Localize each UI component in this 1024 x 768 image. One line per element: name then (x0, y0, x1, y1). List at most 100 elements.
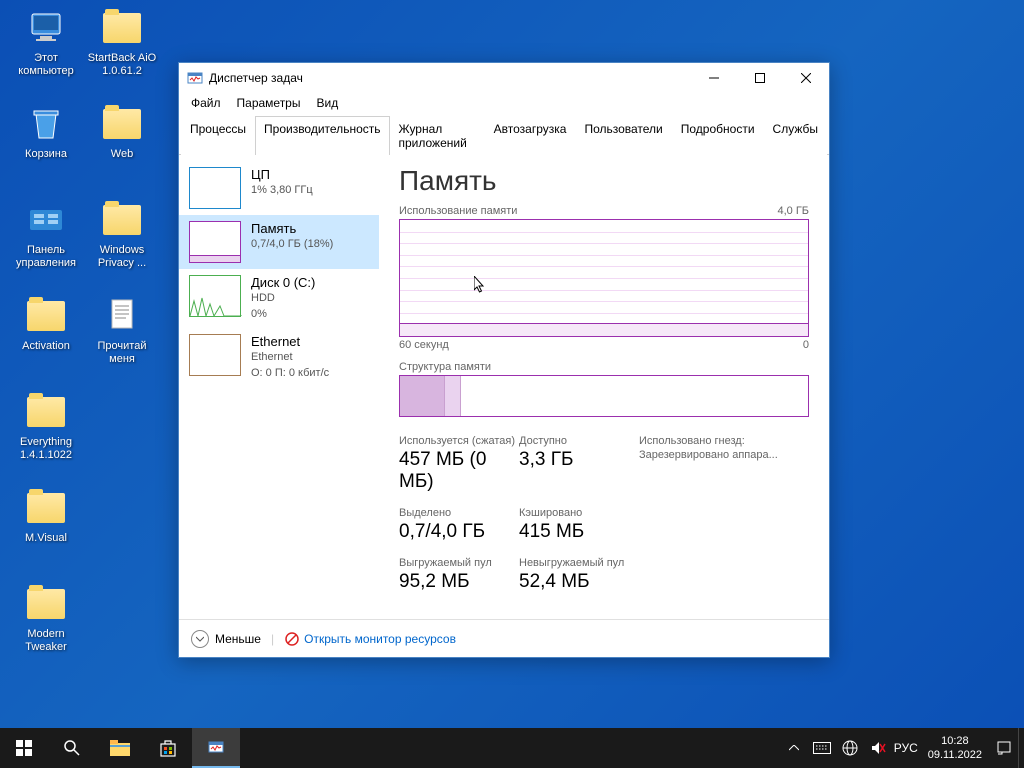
menubar: ФайлПараметрыВид (179, 93, 829, 115)
stat-label: Выгружаемый пул (399, 557, 519, 569)
system-tray: РУС 10:28 09.11.2022 (780, 728, 1024, 768)
notifications-icon[interactable] (990, 728, 1018, 768)
titlebar[interactable]: Диспетчер задач (179, 63, 829, 93)
desktop-icon[interactable]: Корзина (8, 104, 84, 161)
desktop-icon[interactable]: StartBack AiO 1.0.61.2 (84, 8, 160, 78)
menu-item[interactable]: Параметры (229, 93, 309, 115)
comp-modified (445, 376, 461, 416)
mini-chart (189, 334, 241, 376)
stat-label: Невыгружаемый пул (519, 557, 639, 569)
stat-value: 3,3 ГБ (519, 449, 639, 471)
stat: Использовано гнезд:Зарезервировано аппар… (639, 435, 799, 493)
stat-label: Кэшировано (519, 507, 639, 519)
taskbar[interactable]: РУС 10:28 09.11.2022 (0, 728, 1024, 768)
pc-icon (26, 8, 66, 48)
sb-title: Память (251, 221, 333, 236)
window-title: Диспетчер задач (209, 71, 303, 85)
chart-x-left: 60 секунд (399, 339, 449, 351)
sb-sub: 0,7/4,0 ГБ (18%) (251, 238, 333, 250)
memory-chart (399, 219, 809, 337)
sidebar-item-eth[interactable]: EthernetEthernetО: 0 П: 0 кбит/с (179, 328, 379, 387)
resmon-icon (284, 631, 300, 647)
mini-chart (189, 167, 241, 209)
stat-value: 415 МБ (519, 521, 639, 543)
sidebar-item-disk[interactable]: Диск 0 (C:)HDD0% (179, 269, 379, 328)
desktop-icon[interactable]: Прочитай меня (84, 296, 160, 366)
store-button[interactable] (144, 728, 192, 768)
chart-max: 4,0 ГБ (777, 205, 809, 217)
icon-label: Activation (22, 340, 70, 353)
sb-title: Диск 0 (C:) (251, 275, 315, 290)
icon-label: Этот компьютер (8, 52, 84, 78)
desktop-icon[interactable]: Панель управления (8, 200, 84, 270)
desktop-icon[interactable]: Activation (8, 296, 84, 353)
clock-time: 10:28 (941, 734, 969, 748)
tab-5[interactable]: Подробности (672, 116, 764, 155)
tab-1[interactable]: Производительность (255, 116, 389, 155)
icon-label: M.Visual (25, 532, 67, 545)
tab-4[interactable]: Пользователи (575, 116, 671, 155)
desktop-icon[interactable]: Everything 1.4.1.1022 (8, 392, 84, 462)
sb-title: ЦП (251, 167, 313, 182)
clock-date: 09.11.2022 (928, 748, 982, 762)
explorer-button[interactable] (96, 728, 144, 768)
folder-icon (26, 296, 66, 336)
start-button[interactable] (0, 728, 48, 768)
minimize-button[interactable] (691, 63, 737, 93)
tab-0[interactable]: Процессы (181, 116, 255, 155)
tab-2[interactable]: Журнал приложений (390, 116, 485, 155)
folder-icon (102, 8, 142, 48)
icon-label: Modern Tweaker (8, 628, 84, 654)
fewer-details-label[interactable]: Меньше (215, 632, 261, 646)
language-indicator[interactable]: РУС (892, 728, 920, 768)
comp-in-use (400, 376, 445, 416)
sb-sub: 1% 3,80 ГГц (251, 184, 313, 196)
desktop-icon[interactable]: Modern Tweaker (8, 584, 84, 654)
open-resmon-link[interactable]: Открыть монитор ресурсов (304, 632, 456, 646)
tab-6[interactable]: Службы (764, 116, 827, 155)
menu-item[interactable]: Вид (308, 93, 346, 115)
chart-x-right: 0 (803, 339, 809, 351)
stat: Выделено0,7/4,0 ГБ (399, 507, 519, 543)
stat: Кэшировано 415 МБ (519, 507, 639, 543)
tab-3[interactable]: Автозагрузка (485, 116, 576, 155)
search-button[interactable] (48, 728, 96, 768)
maximize-button[interactable] (737, 63, 783, 93)
volume-icon[interactable] (864, 728, 892, 768)
sidebar-item-mem[interactable]: Память 0,7/4,0 ГБ (18%) (179, 215, 379, 269)
desktop-icon[interactable]: M.Visual (8, 488, 84, 545)
menu-item[interactable]: Файл (183, 93, 229, 115)
desktop-icon[interactable]: Windows Privacy ... (84, 200, 160, 270)
network-icon[interactable] (836, 728, 864, 768)
task-manager-taskbar-button[interactable] (192, 728, 240, 768)
fewer-details-button[interactable] (191, 630, 209, 648)
icon-label: Прочитай меня (84, 340, 160, 366)
mini-chart (189, 275, 241, 317)
desktop-icon[interactable]: Этот компьютер (8, 8, 84, 78)
stat: Невыгружаемый пул52,4 МБ (519, 557, 639, 593)
icon-label: Web (111, 148, 133, 161)
stat-value: 457 МБ (0 МБ) (399, 449, 519, 493)
folder-icon (102, 200, 142, 240)
stat: Доступно 3,3 ГБ (519, 435, 639, 493)
close-button[interactable] (783, 63, 829, 93)
show-desktop-button[interactable] (1018, 728, 1024, 768)
chart-title: Использование памяти (399, 205, 517, 217)
tray-keyboard-icon[interactable] (808, 728, 836, 768)
icon-label: Панель управления (8, 244, 84, 270)
sidebar-item-cpu[interactable]: ЦП 1% 3,80 ГГц (179, 161, 379, 215)
desktop-icon[interactable]: Web (84, 104, 160, 161)
tray-chevron-icon[interactable] (780, 728, 808, 768)
sb-title: Ethernet (251, 334, 329, 349)
window-footer: Меньше | Открыть монитор ресурсов (179, 619, 829, 657)
task-manager-icon (187, 70, 203, 86)
sb-sub: Ethernet (251, 351, 293, 363)
folder-icon (102, 104, 142, 144)
cpl-icon (26, 200, 66, 240)
stat-label: Зарезервировано аппара... (639, 449, 799, 461)
bin-icon (26, 104, 66, 144)
icon-label: Корзина (25, 148, 67, 161)
tabs: ПроцессыПроизводительностьЖурнал приложе… (179, 115, 829, 155)
stat-label: Доступно (519, 435, 639, 447)
clock[interactable]: 10:28 09.11.2022 (920, 734, 990, 762)
